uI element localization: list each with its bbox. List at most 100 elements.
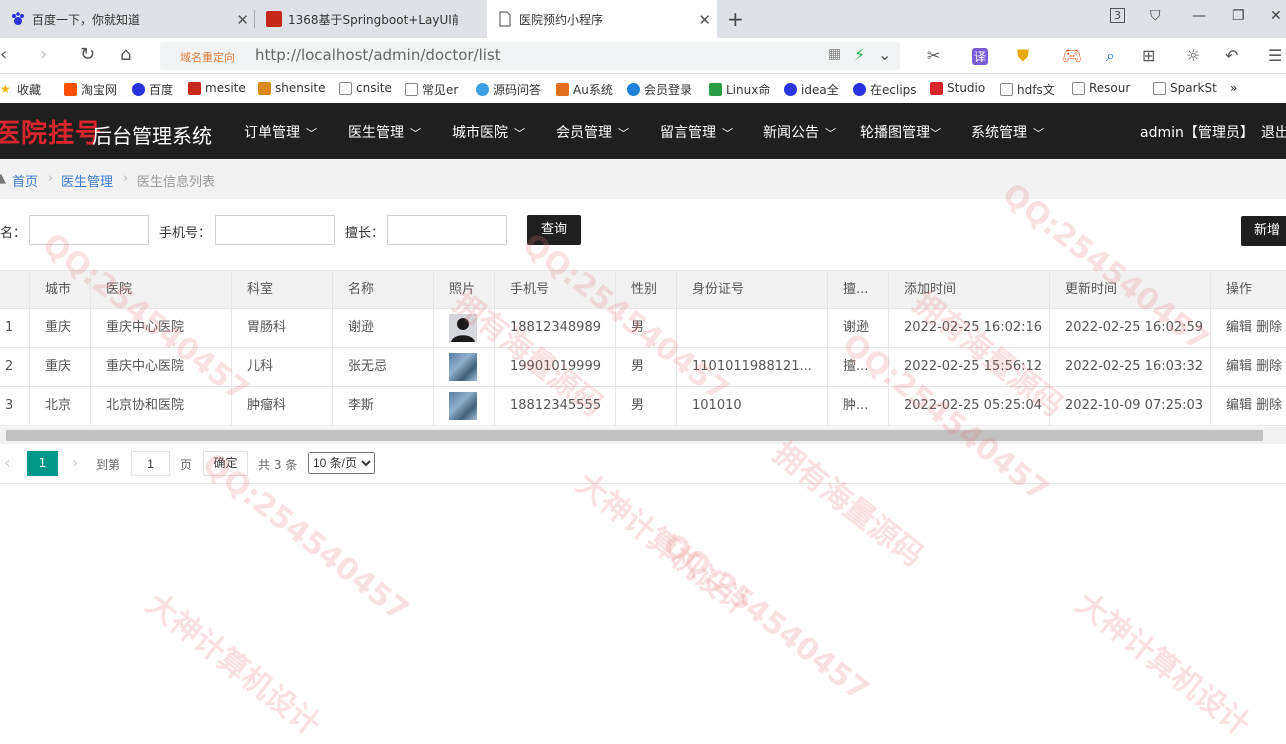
horizontal-scrollbar[interactable] (0, 427, 1286, 444)
tab-hospital-app[interactable]: 医院预约小程序 ✕ (487, 0, 717, 38)
document-icon (405, 83, 418, 96)
menu-members[interactable]: 会员管理 ﹀ (556, 122, 629, 142)
document-icon (1072, 81, 1085, 95)
shield-icon[interactable]: ⛊ (1017, 46, 1029, 66)
close-tab-icon[interactable]: ✕ (698, 11, 711, 29)
bookmark-item[interactable]: cnsite (339, 81, 392, 95)
swirl-icon (476, 83, 489, 96)
bookmark-item[interactable]: 百度 (132, 81, 173, 98)
bookmark-item[interactable]: 在eclips (853, 81, 917, 98)
translate-icon[interactable]: 译 (972, 48, 989, 65)
bookmark-item[interactable]: Resour (1072, 81, 1130, 95)
col-phone: 手机号 (494, 271, 615, 309)
url-field[interactable]: 域名重定向 http://localhost/admin/doctor/list… (160, 42, 900, 70)
cell-updated: 2022-10-09 07:25:03 (1049, 387, 1210, 425)
col-created: 添加时间 (888, 271, 1049, 309)
query-button[interactable]: 查询 (527, 215, 581, 245)
delete-link[interactable]: 删除 (1256, 398, 1282, 413)
shirt-icon[interactable]: ⛉ (1150, 8, 1161, 24)
col-id-number: 身份证号 (676, 271, 827, 309)
search-icon[interactable]: ⌕ (1106, 46, 1115, 66)
cell-phone: 18812348989 (494, 309, 615, 347)
menu-news[interactable]: 新闻公告 ﹀ (763, 122, 836, 142)
name-input[interactable] (29, 215, 149, 245)
bookmark-label: Resour (1089, 81, 1131, 95)
per-page-select[interactable]: 10 条/页 (308, 452, 375, 474)
chevron-down-icon: ﹀ (825, 127, 836, 140)
cell-department: 儿科 (231, 348, 332, 386)
edit-link[interactable]: 编辑 (1226, 320, 1252, 335)
goto-confirm-button[interactable]: 确定 (203, 451, 248, 476)
grid-icon[interactable]: ▦ (828, 46, 841, 62)
apps-icon[interactable]: ⊞ (1142, 46, 1155, 65)
menu-icon[interactable]: ☰ (1268, 46, 1282, 65)
new-tab-icon[interactable]: + (727, 7, 744, 31)
scrollbar-thumb[interactable] (6, 430, 1263, 441)
lightning-icon[interactable]: ⚡ (854, 45, 865, 64)
url-text[interactable]: http://localhost/admin/doctor/list (255, 46, 501, 64)
cell-actions: 编辑 删除 (1210, 387, 1286, 425)
breadcrumb-home[interactable]: 首页 (12, 171, 38, 190)
bookmark-item[interactable]: Linux命 (709, 81, 770, 98)
menu-carousel[interactable]: 轮播图管理﹀ (860, 122, 941, 142)
cell-photo (433, 309, 494, 347)
reload-icon[interactable]: ↻ (80, 44, 95, 65)
logout-link[interactable]: 退出 (1261, 122, 1286, 142)
add-button[interactable]: 新增 (1241, 216, 1286, 246)
menu-doctors[interactable]: 医生管理 ﹀ (348, 122, 421, 142)
table-row: 1 重庆 重庆中心医院 胃肠科 谢逊 18812348989 男 谢逊 2022… (0, 309, 1286, 348)
minimize-icon[interactable]: — (1192, 8, 1206, 24)
bookmark-item[interactable]: 淘宝网 (64, 81, 117, 98)
cell-city: 北京 (29, 387, 90, 425)
bookmark-item[interactable]: mesite (188, 81, 246, 95)
bookmark-item[interactable]: shensite (258, 81, 326, 95)
menu-orders[interactable]: 订单管理 ﹀ (244, 122, 317, 142)
delete-link[interactable]: 删除 (1256, 359, 1282, 374)
cell-id-number (676, 309, 827, 347)
restore-icon[interactable]: ❐ (1232, 8, 1245, 24)
bookmark-item[interactable]: idea全 (784, 81, 839, 98)
cell-gender: 男 (615, 348, 676, 386)
bookmark-item[interactable]: 源码问答 (476, 81, 541, 98)
scissors-icon[interactable]: ✂ (927, 46, 940, 65)
bookmarks-overflow[interactable]: » (1230, 81, 1237, 95)
watermark-text: 大神计算机设计 (139, 586, 327, 744)
close-window-icon[interactable]: ✕ (1270, 8, 1282, 24)
back-icon[interactable]: ‹ (0, 44, 7, 65)
undo-icon[interactable]: ↶ (1225, 46, 1238, 65)
bookmark-item[interactable]: 会员登录 (627, 81, 692, 98)
menu-city-hospital[interactable]: 城市医院 ﹀ (452, 122, 525, 142)
bookmark-label: hdfs文 (1017, 83, 1055, 97)
home-icon[interactable]: ⌂ (120, 44, 131, 65)
menu-messages[interactable]: 留言管理 ﹀ (660, 122, 733, 142)
edit-link[interactable]: 编辑 (1226, 359, 1252, 374)
page-current[interactable]: 1 (27, 451, 58, 476)
menu-system[interactable]: 系统管理 ﹀ (971, 122, 1044, 142)
tab-baidu[interactable]: 百度一下，你就知道 ✕ (0, 0, 255, 38)
next-page-icon[interactable]: › (72, 453, 78, 472)
chevron-down-icon: ﹀ (306, 127, 317, 140)
bookmark-item[interactable]: ★ 收藏 (0, 81, 41, 98)
bookmark-item[interactable]: SparkSt (1153, 81, 1217, 95)
breadcrumb-section[interactable]: 医生管理 (61, 171, 113, 190)
specialty-input[interactable] (387, 215, 507, 245)
goto-page-input[interactable] (131, 451, 170, 476)
delete-link[interactable]: 删除 (1256, 320, 1282, 335)
bookmark-item[interactable]: 常见er (405, 81, 458, 98)
tab-springboot[interactable]: 1368基于Springboot+LayUI前 (256, 0, 486, 38)
bookmark-item[interactable]: Studio (930, 81, 985, 95)
window-count-badge[interactable]: 3 (1110, 8, 1125, 23)
browser-tab-strip: 百度一下，你就知道 ✕ 1368基于Springboot+LayUI前 医院预约… (0, 0, 1286, 38)
prev-page-icon[interactable]: ‹ (4, 453, 10, 472)
bookmark-item[interactable]: hdfs文 (1000, 81, 1055, 98)
sun-icon[interactable]: ☼ (1186, 46, 1200, 65)
edit-link[interactable]: 编辑 (1226, 398, 1252, 413)
bookmark-item[interactable]: Au系统 (556, 81, 613, 98)
chevron-down-icon[interactable]: ⌄ (878, 45, 891, 64)
phone-input[interactable] (215, 215, 335, 245)
forward-icon[interactable]: › (40, 44, 47, 65)
row-index: 3 (5, 398, 14, 413)
gamepad-icon[interactable]: 🎮︎ (1062, 46, 1082, 65)
close-tab-icon[interactable]: ✕ (236, 11, 249, 29)
current-user[interactable]: admin【管理员】 (1140, 122, 1254, 142)
